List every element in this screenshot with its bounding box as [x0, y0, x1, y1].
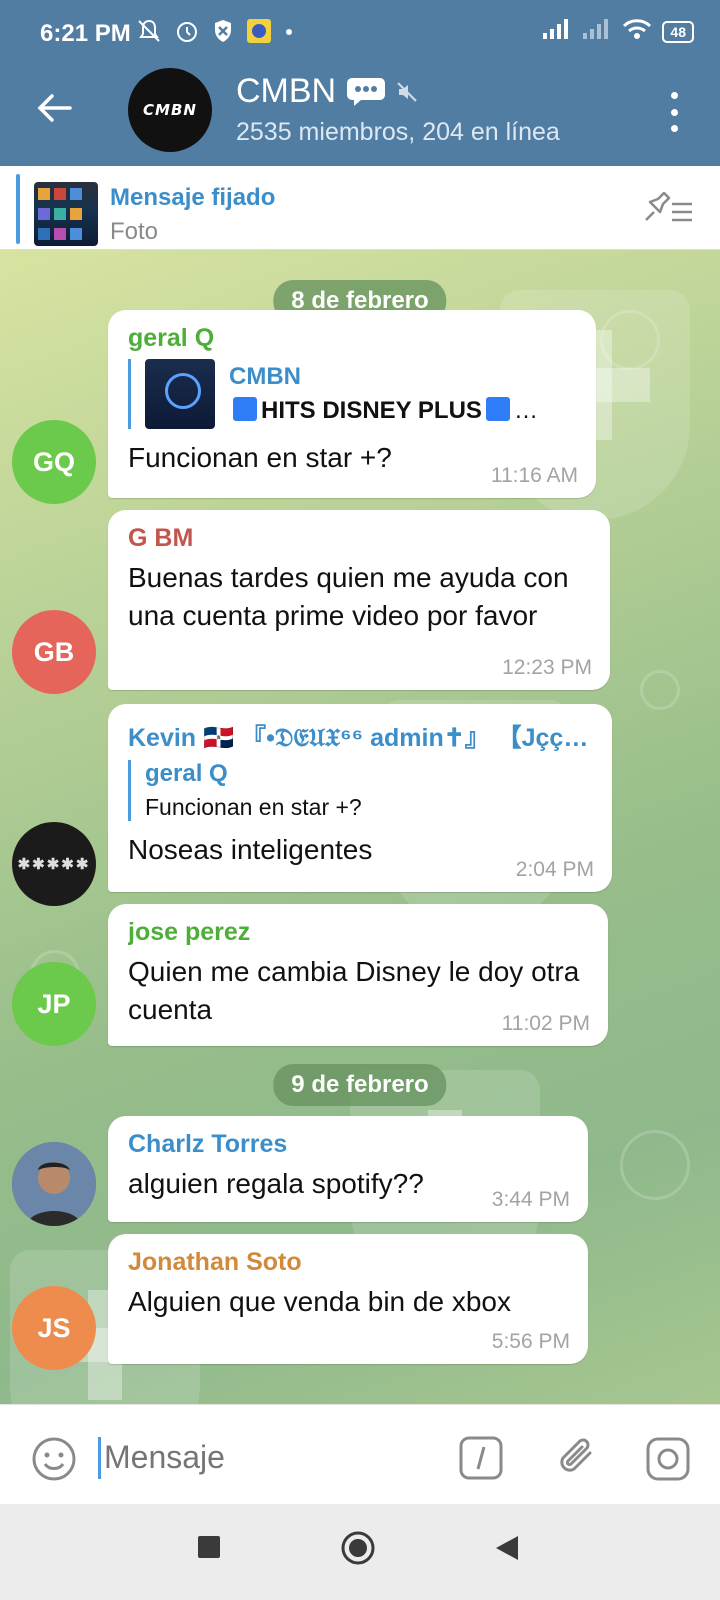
date-separator: 9 de febrero [273, 1064, 447, 1106]
attach-icon[interactable] [556, 1433, 600, 1481]
avatar[interactable]: ✱✱✱✱✱ [12, 822, 96, 906]
wallpaper-doodle [640, 670, 680, 710]
pinned-thumbnail [34, 182, 98, 246]
pinned-message[interactable]: Mensaje fijado Foto [0, 166, 720, 250]
status-icons [136, 18, 294, 44]
recents-icon[interactable] [196, 1534, 222, 1560]
camera-icon[interactable] [644, 1435, 692, 1483]
message-input-bar [0, 1404, 720, 1504]
notification-dot-icon [284, 18, 294, 44]
reply-sender: CMBN [229, 363, 301, 390]
arrow-left-icon [37, 94, 72, 122]
user-photo-icon [12, 1142, 96, 1226]
message-text: Buenas tardes quien me ayuda con una cue… [128, 562, 569, 631]
bot-command-icon[interactable] [458, 1435, 504, 1481]
battery-indicator: 48 [662, 20, 694, 43]
chat-bubble-icon [347, 77, 386, 106]
emoji-icon[interactable] [30, 1435, 78, 1483]
pin-list-icon[interactable] [638, 192, 694, 228]
message-time: 5:56 PM [491, 1330, 570, 1353]
avatar[interactable]: GQ [12, 420, 96, 504]
mute-bell-icon [136, 18, 162, 44]
group-avatar[interactable]: CMBN [128, 68, 212, 152]
group-title-row[interactable]: CMBN [236, 72, 418, 111]
sender-name: Charlz Torres [128, 1130, 288, 1158]
message-input[interactable] [104, 1439, 404, 1476]
group-members: 2535 miembros, 204 en línea [236, 118, 560, 146]
chat-header: CMBN CMBN 2535 miembros, 204 en línea [0, 56, 720, 166]
message-bubble[interactable]: geral Q CMBN HITS DISNEY PLUS… Funcionan… [108, 310, 596, 498]
message-bubble[interactable]: jose perez Quien me cambia Disney le doy… [108, 904, 608, 1046]
reply-sender: geral Q [145, 760, 228, 787]
sender-name: Kevin 🇩🇴 『•𝔇𝔈𝔘𝔛⁶⁶ admin✝』 【Jçç… [128, 724, 589, 752]
avatar[interactable]: GB [12, 610, 96, 694]
message-bubble[interactable]: G BM Buenas tardes quien me ayuda con un… [108, 510, 610, 690]
avatar[interactable] [12, 1142, 96, 1226]
blue-square-icon [233, 397, 257, 421]
back-button[interactable] [30, 84, 78, 132]
reply-text: Funcionan en star +? [145, 794, 362, 820]
avatar-stars-icon: ✱✱✱✱✱ [17, 856, 91, 873]
message-bubble[interactable]: Kevin 🇩🇴 『•𝔇𝔈𝔘𝔛⁶⁶ admin✝』 【Jçç… geral Q … [108, 704, 612, 892]
sender-name: G BM [128, 524, 194, 552]
dot-icon [670, 108, 678, 116]
avatar[interactable]: JS [12, 1286, 96, 1370]
message-bubble[interactable]: Jonathan Soto Alguien que venda bin de x… [108, 1234, 588, 1364]
message-time: 2:04 PM [515, 858, 594, 881]
dot-icon [670, 125, 678, 132]
message-time: 12:23 PM [502, 656, 592, 679]
home-icon[interactable] [340, 1530, 376, 1566]
group-title: CMBN [236, 72, 337, 110]
message-text: Alguien que venda bin de xbox [128, 1286, 511, 1317]
dot-icon [670, 92, 678, 99]
status-time: 6:21 PM [40, 20, 131, 47]
message-bubble[interactable]: Charlz Torres alguien regala spotify?? 3… [108, 1116, 588, 1222]
reply-preview[interactable]: CMBN HITS DISNEY PLUS… [128, 359, 578, 429]
sender-name: geral Q [128, 324, 215, 352]
alarm-icon [174, 18, 200, 44]
wallpaper-doodle [620, 1130, 690, 1200]
message-time: 11:16 AM [490, 464, 578, 487]
text-caret [98, 1437, 101, 1479]
group-avatar-text: CMBN [143, 101, 197, 119]
system-nav-bar [0, 1504, 720, 1600]
app-badge-icon [246, 18, 272, 44]
sender-name: jose perez [128, 918, 251, 946]
more-menu-button[interactable] [664, 92, 684, 132]
reply-thumbnail [145, 359, 215, 429]
wifi-icon [622, 18, 652, 45]
pinned-subtitle: Foto [110, 218, 159, 245]
muted-speaker-icon [397, 81, 417, 102]
shield-x-icon [212, 18, 234, 44]
status-bar: 6:21 PM 48 [0, 0, 720, 56]
avatar[interactable]: JP [12, 962, 96, 1046]
message-time: 11:02 PM [501, 1012, 590, 1035]
chat-area[interactable]: 8 de febrero GQ geral Q CMBN HITS DISNEY… [0, 250, 720, 1404]
back-nav-icon[interactable] [494, 1534, 520, 1562]
message-time: 3:44 PM [491, 1188, 570, 1211]
reply-preview[interactable]: geral Q Funcionan en star +? [128, 760, 594, 821]
signal-2-icon [582, 18, 612, 45]
pinned-title: Mensaje fijado [110, 184, 276, 211]
blue-square-icon [485, 397, 510, 421]
reply-text: HITS DISNEY PLUS… [229, 397, 538, 425]
pinned-indicator [16, 174, 20, 244]
signal-icon [542, 18, 572, 45]
status-right: 48 [542, 18, 694, 45]
sender-name: Jonathan Soto [128, 1248, 302, 1276]
